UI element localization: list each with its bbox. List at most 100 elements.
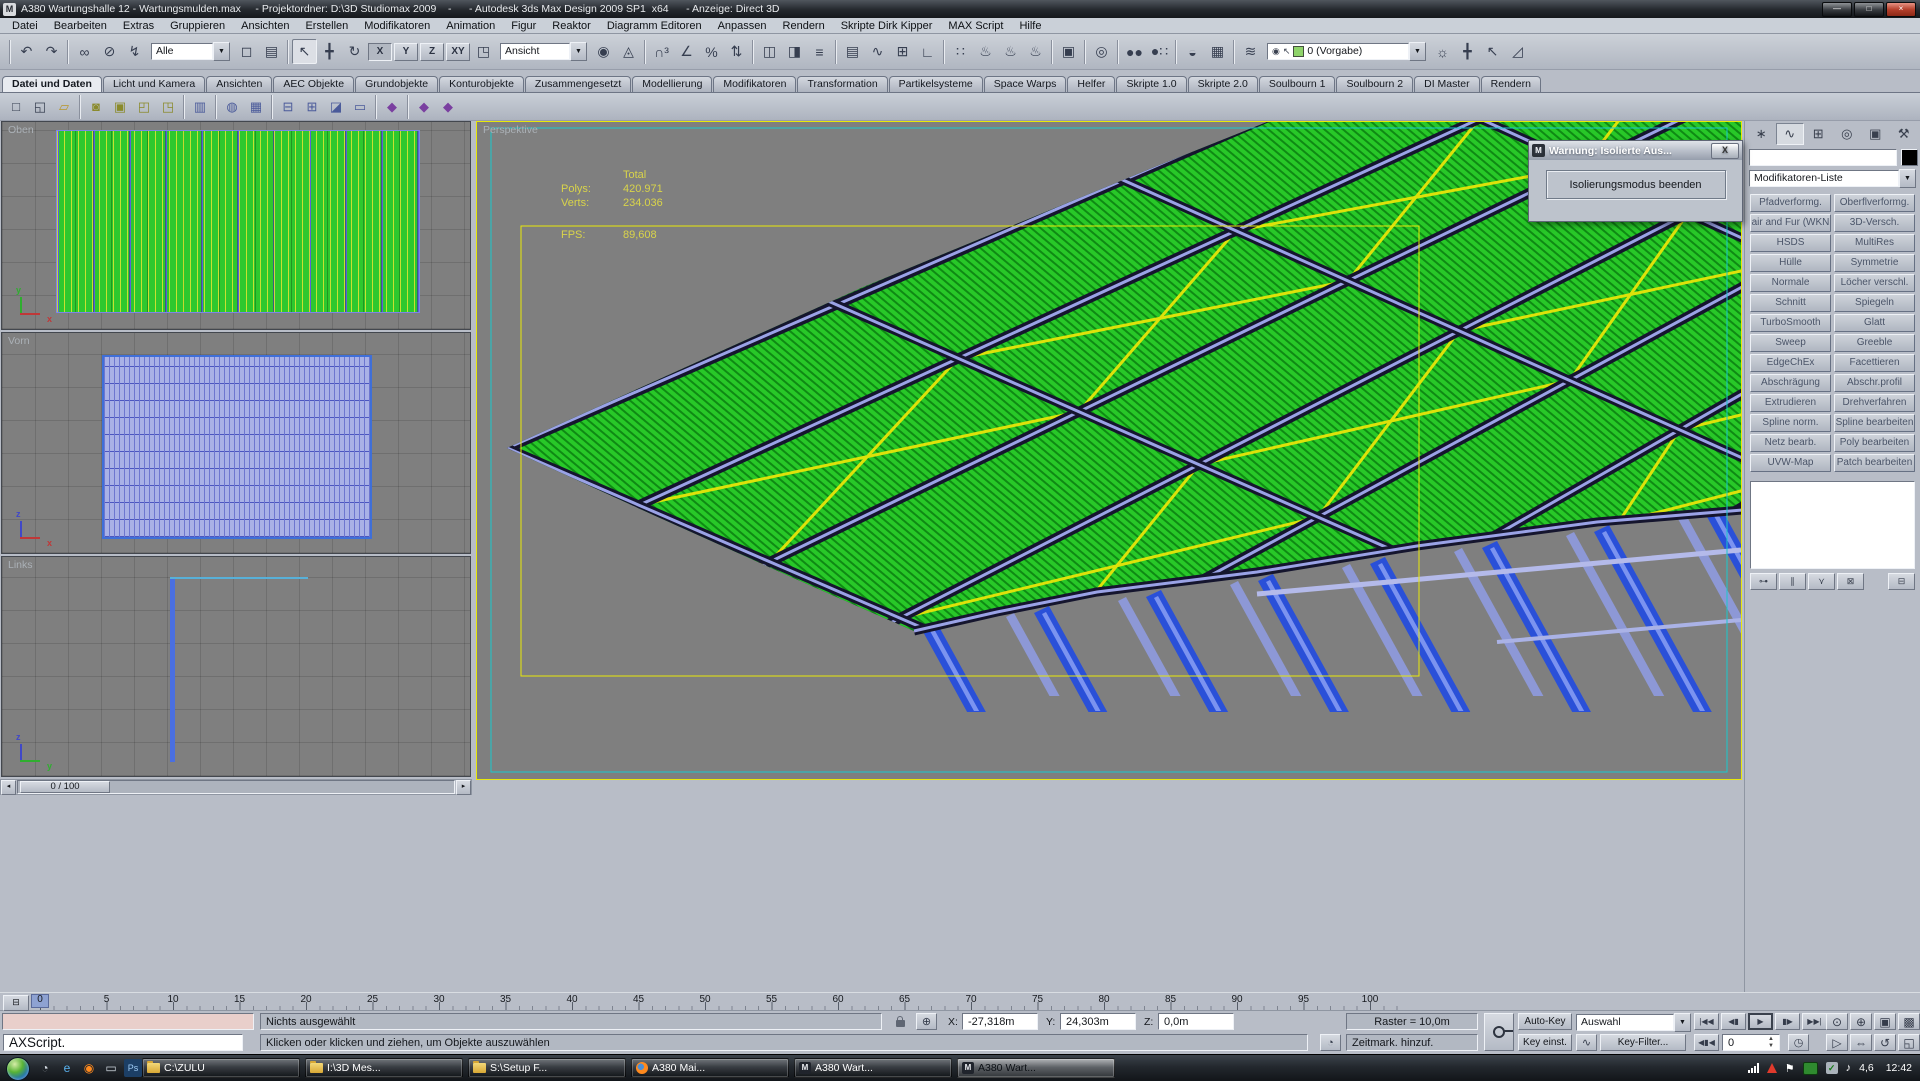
- pick-cursor-icon[interactable]: ↖: [1480, 39, 1505, 64]
- go-to-end-button[interactable]: ▶▶|: [1802, 1013, 1827, 1030]
- maxscript-mini-recorder[interactable]: [2, 1013, 254, 1030]
- display-tab[interactable]: ▣: [1861, 123, 1890, 145]
- save-file-icon[interactable]: ◙: [84, 95, 108, 118]
- chevron-down-icon[interactable]: ▼: [1674, 1013, 1691, 1032]
- select-and-move-icon[interactable]: ╋: [317, 39, 342, 64]
- object-name-input[interactable]: [1749, 149, 1897, 166]
- taskbar-button-a380-wart-5[interactable]: MA380 Wart...: [957, 1058, 1115, 1078]
- material-spheres-icon[interactable]: ●●: [1122, 39, 1147, 64]
- modifier-button-spline-norm[interactable]: Spline norm.: [1750, 414, 1831, 432]
- restrict-xy-plane-button[interactable]: XY: [446, 43, 470, 61]
- z-coordinate-field[interactable]: 0,0m: [1158, 1013, 1234, 1030]
- select-object-icon[interactable]: ↖: [292, 39, 317, 64]
- hold-scene-icon[interactable]: ◰: [132, 95, 156, 118]
- chevron-down-icon[interactable]: ▼: [1409, 42, 1426, 61]
- key-filter-button[interactable]: Key-Filter...: [1600, 1034, 1686, 1051]
- set-keys-button[interactable]: [1484, 1013, 1514, 1051]
- modifier-button-h-lle[interactable]: Hülle: [1750, 254, 1831, 272]
- menu-diagramm-editoren[interactable]: Diagramm Editoren: [599, 20, 710, 32]
- angle-snap-icon[interactable]: ∠: [674, 39, 699, 64]
- schematic-view-icon[interactable]: ⊞: [890, 39, 915, 64]
- key-mode-dropdown[interactable]: Auswahl ▼: [1576, 1013, 1691, 1032]
- pin-stack-icon[interactable]: ⊶: [1750, 573, 1777, 590]
- menu-ansichten[interactable]: Ansichten: [233, 20, 297, 32]
- layer-manager-icon[interactable]: ▤: [840, 39, 865, 64]
- minimize-button[interactable]: —: [1822, 2, 1852, 17]
- save-copy-icon[interactable]: ▣: [108, 95, 132, 118]
- menu-bearbeiten[interactable]: Bearbeiten: [46, 20, 115, 32]
- modifier-stack[interactable]: [1750, 481, 1915, 569]
- modifier-button-extrudieren[interactable]: Extrudieren: [1750, 394, 1831, 412]
- curve-editor-icon[interactable]: ∿: [865, 39, 890, 64]
- modifier-button-normale[interactable]: Normale: [1750, 274, 1831, 292]
- network-signal-icon[interactable]: [1748, 1063, 1759, 1073]
- photoshop-icon[interactable]: Ps: [124, 1059, 142, 1077]
- modifier-button-3d-versch[interactable]: 3D-Versch.: [1834, 214, 1915, 232]
- taskbar-button-s-setup-f-2[interactable]: S:\Setup F...: [468, 1058, 626, 1078]
- merge-file-icon[interactable]: ⊟: [276, 95, 300, 118]
- tab-modellierung[interactable]: Modellierung: [632, 76, 712, 92]
- nvidia-tray-icon[interactable]: [1803, 1062, 1818, 1075]
- bind-to-space-warp-icon[interactable]: ↯: [122, 39, 147, 64]
- make-unique-icon[interactable]: ⋎: [1808, 573, 1835, 590]
- current-frame-field[interactable]: 0▲▼: [1722, 1034, 1780, 1051]
- modifier-button-schnitt[interactable]: Schnitt: [1750, 294, 1831, 312]
- modifier-button-turbosmooth[interactable]: TurboSmooth: [1750, 314, 1831, 332]
- modifier-button-hsds[interactable]: HSDS: [1750, 234, 1831, 252]
- set-key-mode-button[interactable]: Key einst.: [1518, 1034, 1572, 1051]
- unlink-selection-icon[interactable]: ⊘: [97, 39, 122, 64]
- display-floater-icon[interactable]: ▦: [1205, 39, 1230, 64]
- volume-icon[interactable]: ♪: [1846, 1062, 1852, 1074]
- menu-skripte-dirk-kipper[interactable]: Skripte Dirk Kipper: [833, 20, 941, 32]
- viewport-front-label[interactable]: Vorn: [8, 335, 30, 347]
- tab-di-master[interactable]: DI Master: [1414, 76, 1480, 92]
- chevron-down-icon[interactable]: ▼: [570, 42, 587, 61]
- modifier-button-edgechex[interactable]: EdgeChEx: [1750, 354, 1831, 372]
- modifier-button-drehverfahren[interactable]: Drehverfahren: [1834, 394, 1915, 412]
- modifier-button-abschr-gung[interactable]: Abschrägung: [1750, 374, 1831, 392]
- undo-icon[interactable]: ↶: [14, 39, 39, 64]
- start-button[interactable]: [6, 1057, 30, 1081]
- time-slider-track[interactable]: 0 / 100: [17, 780, 455, 794]
- flag-icon[interactable]: ⚑: [1785, 1062, 1795, 1075]
- spinner-snap-icon[interactable]: ⇅: [724, 39, 749, 64]
- modifier-button-pfadverformg[interactable]: Pfadverformg.: [1750, 194, 1831, 212]
- mirror-icon[interactable]: ◨: [782, 39, 807, 64]
- viewport-top[interactable]: Oben y x: [1, 121, 471, 330]
- exit-isolation-mode-button[interactable]: Isolierungsmodus beenden: [1546, 170, 1726, 199]
- tab-aec-objekte[interactable]: AEC Objekte: [273, 76, 354, 92]
- viewport-front[interactable]: Vorn z x: [1, 332, 471, 554]
- modifier-button-poly-bearbeiten[interactable]: Poly bearbeiten: [1834, 434, 1915, 452]
- y-coordinate-field[interactable]: 24,303m: [1060, 1013, 1136, 1030]
- tab-partikelsysteme[interactable]: Partikelsysteme: [889, 76, 983, 92]
- dialog-close-icon[interactable]: X: [1711, 143, 1739, 159]
- modifier-button-patch-bearbeiten[interactable]: Patch bearbeiten: [1834, 454, 1915, 472]
- help-info-icon[interactable]: ◆: [436, 95, 460, 118]
- remove-modifier-icon[interactable]: ⊠: [1837, 573, 1864, 590]
- help-tutorials-icon[interactable]: ◆: [412, 95, 436, 118]
- firefox-quick-icon[interactable]: ◉: [80, 1059, 98, 1077]
- sidebar-icon[interactable]: ◔: [36, 1059, 54, 1077]
- menu-rendern[interactable]: Rendern: [775, 20, 833, 32]
- menu-hilfe[interactable]: Hilfe: [1011, 20, 1049, 32]
- show-end-result-icon[interactable]: ∥: [1779, 573, 1806, 590]
- tab-skripte-1-0[interactable]: Skripte 1.0: [1116, 76, 1186, 92]
- layer-window-icon[interactable]: ◒: [1180, 39, 1205, 64]
- environment-icon[interactable]: ◎: [1089, 39, 1114, 64]
- sample-slots-icon[interactable]: ●∷: [1147, 39, 1172, 64]
- maxscript-mini-listener[interactable]: AXScript.: [3, 1034, 243, 1051]
- rendered-frame-window-icon[interactable]: ▣: [1056, 39, 1081, 64]
- use-pivot-center-icon[interactable]: ◉: [591, 39, 616, 64]
- menu-erstellen[interactable]: Erstellen: [297, 20, 356, 32]
- hierarchy-tab[interactable]: ⊞: [1804, 123, 1833, 145]
- auto-key-button[interactable]: Auto-Key: [1518, 1013, 1572, 1030]
- warning-dialog-titlebar[interactable]: M Warnung: Isolierte Aus... X: [1529, 141, 1742, 160]
- restrict-z-button[interactable]: Z: [420, 43, 444, 61]
- open-mini-curve-editor-icon[interactable]: ⊟: [3, 995, 29, 1011]
- restrict-x-button[interactable]: X: [368, 43, 392, 61]
- close-button[interactable]: ×: [1886, 2, 1916, 17]
- percent-snap-icon[interactable]: %: [699, 39, 724, 64]
- menu-gruppieren[interactable]: Gruppieren: [162, 20, 233, 32]
- layer-dropdown[interactable]: ◉↖0 (Vorgabe)▼: [1267, 42, 1426, 61]
- next-frame-button[interactable]: ▮▶: [1775, 1013, 1800, 1030]
